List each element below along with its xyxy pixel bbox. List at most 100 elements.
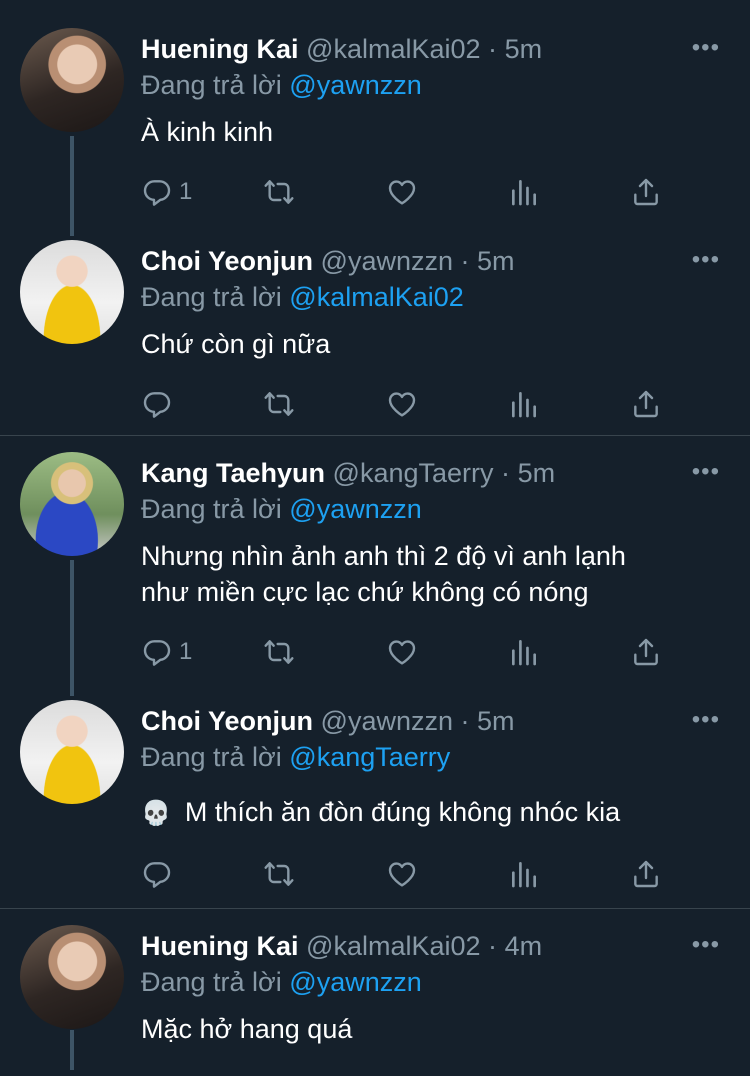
- share-button[interactable]: [630, 172, 662, 212]
- like-button[interactable]: [386, 632, 418, 672]
- share-button[interactable]: [630, 632, 662, 672]
- tweet-text-line: Nhưng nhìn ảnh anh thì 2 độ vì anh lạnh: [141, 541, 626, 571]
- tweet-header: Kang Taehyun @kangTaerry · 5m: [141, 456, 555, 490]
- reply-button[interactable]: 1: [141, 632, 192, 672]
- separator-dot: ·: [501, 458, 511, 488]
- timestamp[interactable]: 5m: [505, 34, 543, 64]
- tweet[interactable]: Choi Yeonjun @yawnzzn · 5m ••• Đang trả …: [0, 700, 750, 900]
- analytics-icon: [508, 858, 540, 890]
- replying-to-label: Đang trả lời: [141, 967, 282, 997]
- user-handle[interactable]: @kalmalKai02: [306, 931, 481, 961]
- avatar[interactable]: [20, 240, 124, 344]
- mention-link[interactable]: @yawnzzn: [289, 967, 421, 997]
- reply-button[interactable]: [141, 854, 173, 894]
- retweet-icon: [263, 176, 295, 208]
- skull-emoji: 💀: [141, 800, 171, 827]
- display-name[interactable]: Choi Yeonjun: [141, 706, 313, 736]
- like-icon: [386, 636, 418, 668]
- share-icon: [630, 388, 662, 420]
- tweet-actions: [141, 854, 701, 894]
- share-button[interactable]: [630, 854, 662, 894]
- reply-button[interactable]: [141, 384, 173, 424]
- retweet-button[interactable]: [263, 172, 295, 212]
- timestamp[interactable]: 5m: [477, 246, 515, 276]
- user-handle[interactable]: @kangTaerry: [333, 458, 494, 488]
- retweet-icon: [263, 388, 295, 420]
- avatar[interactable]: [20, 452, 124, 556]
- separator-dot: ·: [488, 34, 498, 64]
- timestamp[interactable]: 5m: [477, 706, 515, 736]
- reply-button[interactable]: 1: [141, 172, 192, 212]
- user-handle[interactable]: @yawnzzn: [321, 706, 453, 736]
- tweet[interactable]: Huening Kai @kalmalKai02 · 4m ••• Đang t…: [0, 925, 750, 1076]
- like-icon: [386, 858, 418, 890]
- display-name[interactable]: Huening Kai: [141, 931, 299, 961]
- user-handle[interactable]: @kalmalKai02: [306, 34, 481, 64]
- user-handle[interactable]: @yawnzzn: [321, 246, 453, 276]
- divider: [0, 908, 750, 909]
- tweet-header: Huening Kai @kalmalKai02 · 4m: [141, 929, 542, 963]
- analytics-button[interactable]: [508, 632, 540, 672]
- analytics-button[interactable]: [508, 384, 540, 424]
- retweet-icon: [263, 636, 295, 668]
- mention-link[interactable]: @kangTaerry: [289, 742, 450, 772]
- tweet-text: À kinh kinh: [141, 117, 274, 147]
- timestamp[interactable]: 5m: [518, 458, 556, 488]
- analytics-button[interactable]: [508, 172, 540, 212]
- reply-icon: [141, 388, 173, 420]
- replying-to-label: Đang trả lời: [141, 494, 282, 524]
- display-name[interactable]: Choi Yeonjun: [141, 246, 313, 276]
- retweet-icon: [263, 858, 295, 890]
- tweet-header: Huening Kai @kalmalKai02 · 5m: [141, 32, 542, 66]
- avatar[interactable]: [20, 925, 124, 1029]
- tweet-text: Nhưng nhìn ảnh anh thì 2 độ vì anh lạnh …: [141, 538, 721, 610]
- tweet-text: Chứ còn gì nữa: [141, 329, 331, 359]
- replying-to: Đang trả lời @kangTaerry: [141, 742, 450, 773]
- reply-count: 1: [179, 178, 193, 205]
- display-name[interactable]: Huening Kai: [141, 34, 299, 64]
- more-options-icon[interactable]: •••: [692, 246, 720, 274]
- tweet-actions: 1: [141, 172, 701, 212]
- replying-to: Đang trả lời @yawnzzn: [141, 494, 422, 525]
- tweet-text: Mặc hở hang quá: [141, 1014, 353, 1044]
- reply-icon: [141, 176, 173, 208]
- more-options-icon[interactable]: •••: [692, 34, 720, 62]
- like-button[interactable]: [386, 384, 418, 424]
- avatar[interactable]: [20, 28, 124, 132]
- like-icon: [386, 388, 418, 420]
- timestamp[interactable]: 4m: [505, 931, 543, 961]
- replying-to-label: Đang trả lời: [141, 742, 282, 772]
- analytics-button[interactable]: [508, 854, 540, 894]
- mention-link[interactable]: @yawnzzn: [289, 494, 421, 524]
- reply-count: 1: [179, 638, 193, 665]
- like-button[interactable]: [386, 172, 418, 212]
- mention-link[interactable]: @yawnzzn: [289, 70, 421, 100]
- reply-icon: [141, 858, 173, 890]
- share-icon: [630, 636, 662, 668]
- reply-icon: [141, 636, 173, 668]
- like-button[interactable]: [386, 854, 418, 894]
- divider: [0, 435, 750, 436]
- more-options-icon[interactable]: •••: [692, 706, 720, 734]
- tweet-text-line: như miền cực lạc chứ không có nóng: [141, 577, 589, 607]
- share-button[interactable]: [630, 384, 662, 424]
- replying-to: Đang trả lời @kalmalKai02: [141, 282, 464, 313]
- retweet-button[interactable]: [263, 854, 295, 894]
- tweet-text-content: M thích ăn đòn đúng không nhóc kia: [184, 797, 621, 827]
- mention-link[interactable]: @kalmalKai02: [289, 282, 464, 312]
- separator-dot: ·: [488, 931, 498, 961]
- replying-to-label: Đang trả lời: [141, 282, 282, 312]
- tweet-header: Choi Yeonjun @yawnzzn · 5m: [141, 704, 515, 738]
- tweet[interactable]: Huening Kai @kalmalKai02 · 5m ••• Đang t…: [0, 28, 750, 218]
- retweet-button[interactable]: [263, 384, 295, 424]
- tweet[interactable]: Kang Taehyun @kangTaerry · 5m ••• Đang t…: [0, 452, 750, 682]
- analytics-icon: [508, 176, 540, 208]
- display-name[interactable]: Kang Taehyun: [141, 458, 325, 488]
- more-options-icon[interactable]: •••: [692, 458, 720, 486]
- avatar[interactable]: [20, 700, 124, 804]
- share-icon: [630, 176, 662, 208]
- tweet[interactable]: Choi Yeonjun @yawnzzn · 5m ••• Đang trả …: [0, 240, 750, 430]
- tweet-actions: 1: [141, 632, 701, 672]
- more-options-icon[interactable]: •••: [692, 931, 720, 959]
- retweet-button[interactable]: [263, 632, 295, 672]
